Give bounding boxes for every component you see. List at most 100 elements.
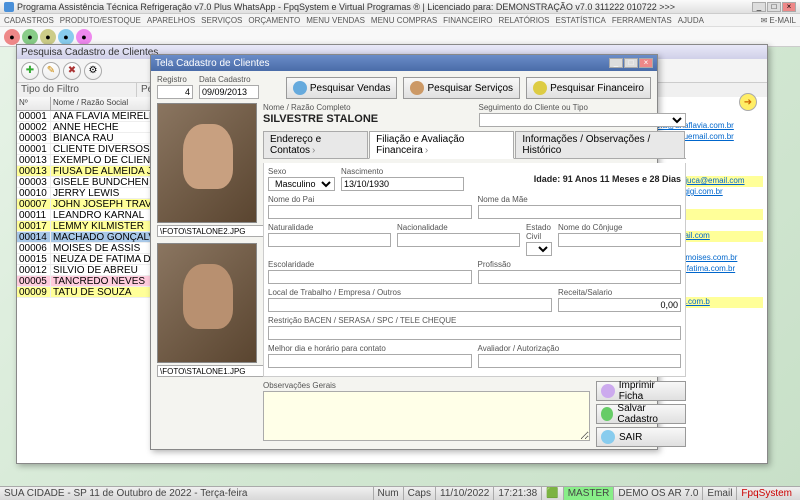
close-button[interactable]: × [782, 2, 796, 12]
dialog-close-button[interactable]: × [639, 58, 653, 68]
menu-aparelhos[interactable]: APARELHOS [147, 16, 195, 25]
profissao-label: Profissão [478, 260, 682, 269]
menu-financeiro[interactable]: FINANCEIRO [443, 16, 492, 25]
cell-no: 00001 [17, 111, 51, 121]
menu-orcamento[interactable]: ORÇAMENTO [248, 16, 300, 25]
app-title: Programa Assistência Técnica Refrigeraçã… [17, 2, 752, 12]
statusbar: SUA CIDADE - SP 11 de Outubro de 2022 - … [0, 486, 800, 500]
dialog-tabs: Endereço e Contatos› Filiação e Avaliaçã… [263, 131, 686, 159]
imprimir-button[interactable]: Imprimir Ficha [596, 381, 686, 401]
status-fpq[interactable]: FpqSystem [736, 487, 796, 500]
cell-no: 00001 [17, 144, 51, 154]
cart-icon [293, 81, 307, 95]
menu-servicos[interactable]: SERVIÇOS [201, 16, 242, 25]
photo1-path-input[interactable] [157, 225, 273, 237]
minimize-button[interactable]: _ [752, 2, 766, 12]
maximize-button[interactable]: □ [767, 2, 781, 12]
menu-ferramentas[interactable]: FERRAMENTAS [612, 16, 672, 25]
contato-label: Melhor dia e horário para contato [268, 344, 472, 353]
nacionalidade-input[interactable] [397, 233, 520, 247]
status-date: 11/10/2022 [435, 487, 493, 500]
salvar-button[interactable]: Salvar Cadastro [596, 404, 686, 424]
receita-label: Receita/Salario [558, 288, 681, 297]
mae-label: Nome da Mãe [478, 195, 682, 204]
avaliador-input[interactable] [478, 354, 682, 368]
tab-endereco[interactable]: Endereço e Contatos› [263, 131, 368, 158]
main-titlebar: Programa Assistência Técnica Refrigeraçã… [0, 0, 800, 14]
obs-textarea[interactable] [263, 391, 590, 441]
trabalho-input[interactable] [268, 298, 552, 312]
estado-civil-select[interactable] [526, 242, 552, 256]
coin-icon [533, 81, 547, 95]
menu-estatistica[interactable]: ESTATÍSTICA [555, 16, 605, 25]
naturalidade-input[interactable] [268, 233, 391, 247]
cell-no: 00003 [17, 133, 51, 143]
pesquisar-vendas-button[interactable]: Pesquisar Vendas [286, 77, 398, 99]
toolbar-icon[interactable]: ● [4, 29, 20, 45]
chevron-right-icon: › [312, 145, 315, 156]
menu-compras[interactable]: MENU COMPRAS [371, 16, 437, 25]
cell-no: 00013 [17, 166, 51, 176]
tool-button[interactable]: ⚙ [84, 62, 102, 80]
receita-input[interactable] [558, 298, 681, 312]
menu-produto[interactable]: PRODUTO/ESTOQUE [60, 16, 141, 25]
nacionalidade-label: Nacionalidade [397, 223, 520, 232]
toolbar-icon[interactable]: ● [22, 29, 38, 45]
data-cadastro-label: Data Cadastro [199, 75, 259, 84]
registro-label: Registro [157, 75, 193, 84]
status-flag: 🟩 [541, 487, 562, 500]
cell-no: 00010 [17, 188, 51, 198]
pesquisar-financeiro-button[interactable]: Pesquisar Financeiro [526, 77, 651, 99]
tab-panel-filiacao: Sexo Masculino Nascimento Idade: 91 Anos… [263, 163, 686, 377]
grid-header-no[interactable]: Nº [17, 97, 51, 110]
go-button[interactable]: ➜ [739, 93, 757, 111]
toolbar-icon[interactable]: ● [40, 29, 56, 45]
delete-button[interactable]: ✖ [63, 62, 81, 80]
main-menubar: CADASTROS PRODUTO/ESTOQUE APARELHOS SERV… [0, 14, 800, 27]
menu-vendas[interactable]: MENU VENDAS [306, 16, 365, 25]
mae-input[interactable] [478, 205, 682, 219]
add-button[interactable]: ✚ [21, 62, 39, 80]
nascimento-input[interactable] [341, 177, 464, 191]
conjuge-input[interactable] [558, 233, 681, 247]
email-menu-button[interactable]: ✉ E-MAIL [761, 16, 796, 25]
conjuge-label: Nome do Cônjuge [558, 223, 681, 232]
dialog-maximize-button[interactable]: □ [624, 58, 638, 68]
status-email[interactable]: Email [702, 487, 736, 500]
photo2-path-input[interactable] [157, 365, 273, 377]
tab-info[interactable]: Informações / Observações / Histórico [515, 131, 685, 158]
registro-input[interactable] [157, 85, 193, 99]
pai-input[interactable] [268, 205, 472, 219]
sair-button[interactable]: SAIR [596, 427, 686, 447]
pesq-financeiro-label: Pesquisar Financeiro [550, 83, 644, 94]
escolaridade-input[interactable] [268, 270, 472, 284]
cell-no: 00002 [17, 122, 51, 132]
edit-button[interactable]: ✎ [42, 62, 60, 80]
menu-cadastros[interactable]: CADASTROS [4, 16, 54, 25]
obs-label: Observações Gerais [263, 381, 590, 390]
nascimento-label: Nascimento [341, 167, 464, 176]
tab-filiacao[interactable]: Filiação e Avaliação Financeira› [369, 131, 514, 159]
pesquisar-servicos-button[interactable]: Pesquisar Serviços [403, 77, 520, 99]
menu-ajuda[interactable]: AJUDA [678, 16, 704, 25]
dialog-minimize-button[interactable]: _ [609, 58, 623, 68]
contato-input[interactable] [268, 354, 472, 368]
toolbar-icon[interactable]: ● [58, 29, 74, 45]
data-cadastro-input[interactable] [199, 85, 259, 99]
toolbar-icon[interactable]: ● [76, 29, 92, 45]
wrench-icon [410, 81, 424, 95]
restricao-input[interactable] [268, 326, 681, 340]
status-time: 17:21:38 [493, 487, 541, 500]
photo-column: 🔍 ⊘ 🔍 ⊘ [157, 103, 257, 447]
sexo-select[interactable]: Masculino [268, 177, 335, 191]
profissao-input[interactable] [478, 270, 682, 284]
dialog-titlebar: Tela Cadastro de Clientes _ □ × [151, 55, 657, 71]
cell-no: 00014 [17, 232, 51, 242]
cell-no: 00013 [17, 155, 51, 165]
segmento-select[interactable] [479, 113, 687, 127]
check-icon [601, 407, 613, 421]
menu-relatorios[interactable]: RELATÓRIOS [499, 16, 550, 25]
photo-1[interactable] [157, 103, 257, 223]
photo-2[interactable] [157, 243, 257, 363]
status-master: MASTER [563, 487, 614, 500]
